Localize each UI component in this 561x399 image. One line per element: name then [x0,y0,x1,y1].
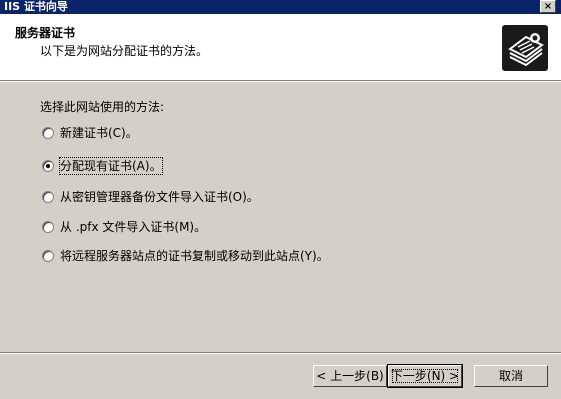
close-button[interactable]: × [540,0,556,13]
radio-import-backup[interactable] [42,191,54,203]
cancel-button[interactable]: 取消 [474,365,548,387]
certificate-icon [502,25,548,71]
method-prompt: 选择此网站使用的方法: [40,100,165,114]
radio-assign-existing[interactable] [42,160,54,172]
next-button[interactable]: 下一步(N) > [387,364,463,388]
back-button[interactable]: < 上一步(B) [313,365,387,387]
header-subtitle: 以下是为网站分配证书的方法。 [40,44,209,58]
radio-import-pfx[interactable] [42,221,54,233]
header-title: 服务器证书 [15,26,76,40]
option-import-pfx[interactable]: 从 .pfx 文件导入证书(M)。 [42,219,206,235]
window-title: IIS 证书向导 [4,0,68,13]
option-label: 从密钥管理器备份文件导入证书(O)。 [60,190,259,204]
option-label: 从 .pfx 文件导入证书(M)。 [60,220,207,234]
radio-copy-remote[interactable] [42,250,54,262]
option-label: 将远程服务器站点的证书复制或移动到此站点(Y)。 [60,249,329,263]
wizard-header: 服务器证书 以下是为网站分配证书的方法。 [0,14,561,80]
wizard-body: 选择此网站使用的方法: 新建证书(C)。 分配现有证书(A)。 从密钥管理器备份… [0,82,561,352]
option-label: 新建证书(C)。 [60,126,138,140]
option-new-certificate[interactable]: 新建证书(C)。 [42,125,138,141]
wizard-footer: < 上一步(B) 下一步(N) > 取消 [0,352,561,399]
option-assign-existing[interactable]: 分配现有证书(A)。 [42,157,163,175]
title-bar: IIS 证书向导 × [0,0,561,14]
option-copy-remote[interactable]: 将远程服务器站点的证书复制或移动到此站点(Y)。 [42,248,329,264]
next-button-label: 下一步(N) > [389,366,461,386]
footer-divider [0,352,561,354]
option-import-backup[interactable]: 从密钥管理器备份文件导入证书(O)。 [42,189,259,205]
radio-new-certificate[interactable] [42,127,54,139]
option-label: 分配现有证书(A)。 [59,157,163,175]
